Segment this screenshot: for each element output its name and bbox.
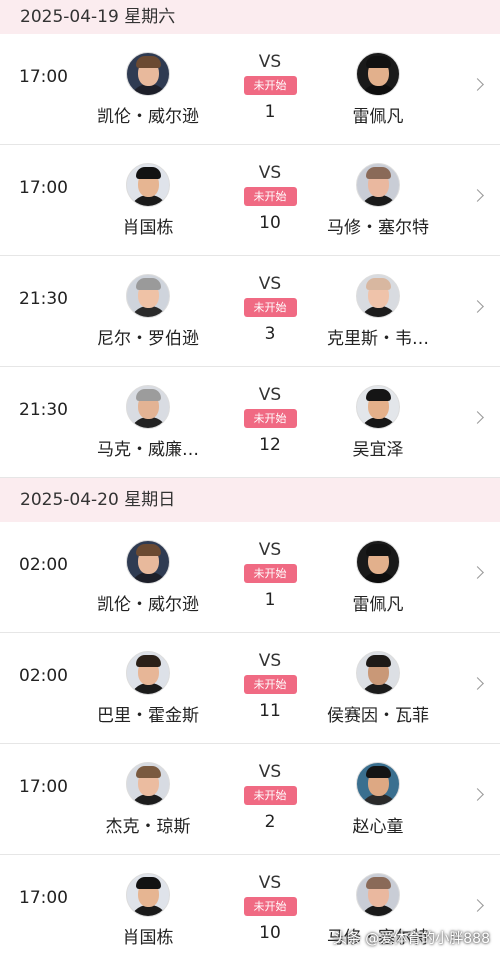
status-badge: 未开始	[243, 897, 297, 916]
match-time: 17:00	[19, 178, 68, 198]
away-player-avatar	[356, 274, 400, 318]
home-player[interactable]: 肖国栋	[73, 145, 223, 238]
match-time: 21:30	[19, 289, 68, 309]
away-player-name: 马修・塞尔特	[327, 218, 429, 238]
chevron-right-icon[interactable]	[471, 566, 484, 579]
match-time: 02:00	[19, 555, 68, 575]
match-time: 17:00	[19, 888, 68, 908]
home-player-avatar	[126, 274, 170, 318]
chevron-right-icon[interactable]	[471, 189, 484, 202]
home-player-name: 巴里・霍金斯	[97, 706, 199, 726]
status-badge: 未开始	[243, 187, 297, 206]
status-badge: 未开始	[243, 76, 297, 95]
chevron-right-icon[interactable]	[471, 78, 484, 91]
match-row[interactable]: 21:30 尼尔・罗伯逊 VS 未开始 3 克里斯・韦…	[0, 256, 500, 367]
away-player-avatar	[356, 873, 400, 917]
match-row[interactable]: 02:00 凯伦・威尔逊 VS 未开始 1 雷佩凡	[0, 522, 500, 633]
status-badge: 未开始	[243, 298, 297, 317]
home-player-name: 凯伦・威尔逊	[97, 107, 199, 127]
away-player-avatar	[356, 163, 400, 207]
home-player-avatar	[126, 651, 170, 695]
away-player-name: 雷佩凡	[352, 595, 404, 615]
home-player-name: 杰克・琼斯	[105, 817, 191, 837]
home-player[interactable]: 肖国栋	[73, 855, 223, 948]
home-player-avatar	[126, 873, 170, 917]
away-player-avatar	[356, 762, 400, 806]
status-badge: 未开始	[243, 564, 297, 583]
home-player-name: 尼尔・罗伯逊	[97, 329, 199, 349]
match-row[interactable]: 02:00 巴里・霍金斯 VS 未开始 11 侯赛因・瓦菲	[0, 633, 500, 744]
chevron-right-icon[interactable]	[471, 411, 484, 424]
match-row[interactable]: 21:30 马克・威廉… VS 未开始 12 吴宜泽	[0, 367, 500, 478]
match-time: 17:00	[19, 67, 68, 87]
away-player[interactable]: 雷佩凡	[303, 522, 453, 615]
watermark: 头条 @爱体育的小胖888	[332, 931, 490, 947]
home-player-avatar	[126, 385, 170, 429]
away-player[interactable]: 雷佩凡	[303, 34, 453, 127]
match-time: 17:00	[19, 777, 68, 797]
schedule-list: 2025-04-19 星期六 17:00 凯伦・威尔逊 VS 未开始 1 雷佩凡…	[0, 0, 500, 960]
away-player-name: 侯赛因・瓦菲	[327, 706, 429, 726]
away-player[interactable]: 马修・塞尔特	[303, 145, 453, 238]
status-badge: 未开始	[243, 675, 297, 694]
date-header: 2025-04-20 星期日	[0, 478, 500, 522]
match-time: 21:30	[19, 400, 68, 420]
home-player[interactable]: 尼尔・罗伯逊	[73, 256, 223, 349]
away-player-avatar	[356, 52, 400, 96]
date-header: 2025-04-19 星期六	[0, 0, 500, 34]
home-player-avatar	[126, 163, 170, 207]
home-player-name: 马克・威廉…	[97, 440, 199, 460]
chevron-right-icon[interactable]	[471, 788, 484, 801]
home-player[interactable]: 马克・威廉…	[73, 367, 223, 460]
home-player[interactable]: 凯伦・威尔逊	[73, 34, 223, 127]
away-player[interactable]: 吴宜泽	[303, 367, 453, 460]
match-row[interactable]: 17:00 肖国栋 VS 未开始 10 马修・塞尔特	[0, 145, 500, 256]
away-player-name: 雷佩凡	[352, 107, 404, 127]
home-player[interactable]: 巴里・霍金斯	[73, 633, 223, 726]
chevron-right-icon[interactable]	[471, 899, 484, 912]
home-player[interactable]: 杰克・琼斯	[73, 744, 223, 837]
away-player[interactable]: 赵心童	[303, 744, 453, 837]
chevron-right-icon[interactable]	[471, 677, 484, 690]
match-row[interactable]: 17:00 凯伦・威尔逊 VS 未开始 1 雷佩凡	[0, 34, 500, 145]
away-player-name: 克里斯・韦…	[327, 329, 429, 349]
away-player-name: 赵心童	[352, 817, 404, 837]
away-player-avatar	[356, 385, 400, 429]
away-player-name: 吴宜泽	[352, 440, 404, 460]
home-player-avatar	[126, 540, 170, 584]
home-player-name: 肖国栋	[122, 928, 174, 948]
home-player-avatar	[126, 762, 170, 806]
status-badge: 未开始	[243, 786, 297, 805]
home-player-avatar	[126, 52, 170, 96]
home-player-name: 肖国栋	[122, 218, 174, 238]
away-player[interactable]: 侯赛因・瓦菲	[303, 633, 453, 726]
away-player[interactable]: 克里斯・韦…	[303, 256, 453, 349]
home-player[interactable]: 凯伦・威尔逊	[73, 522, 223, 615]
away-player-avatar	[356, 651, 400, 695]
chevron-right-icon[interactable]	[471, 300, 484, 313]
status-badge: 未开始	[243, 409, 297, 428]
match-row[interactable]: 17:00 杰克・琼斯 VS 未开始 2 赵心童	[0, 744, 500, 855]
match-time: 02:00	[19, 666, 68, 686]
home-player-name: 凯伦・威尔逊	[97, 595, 199, 615]
away-player-avatar	[356, 540, 400, 584]
